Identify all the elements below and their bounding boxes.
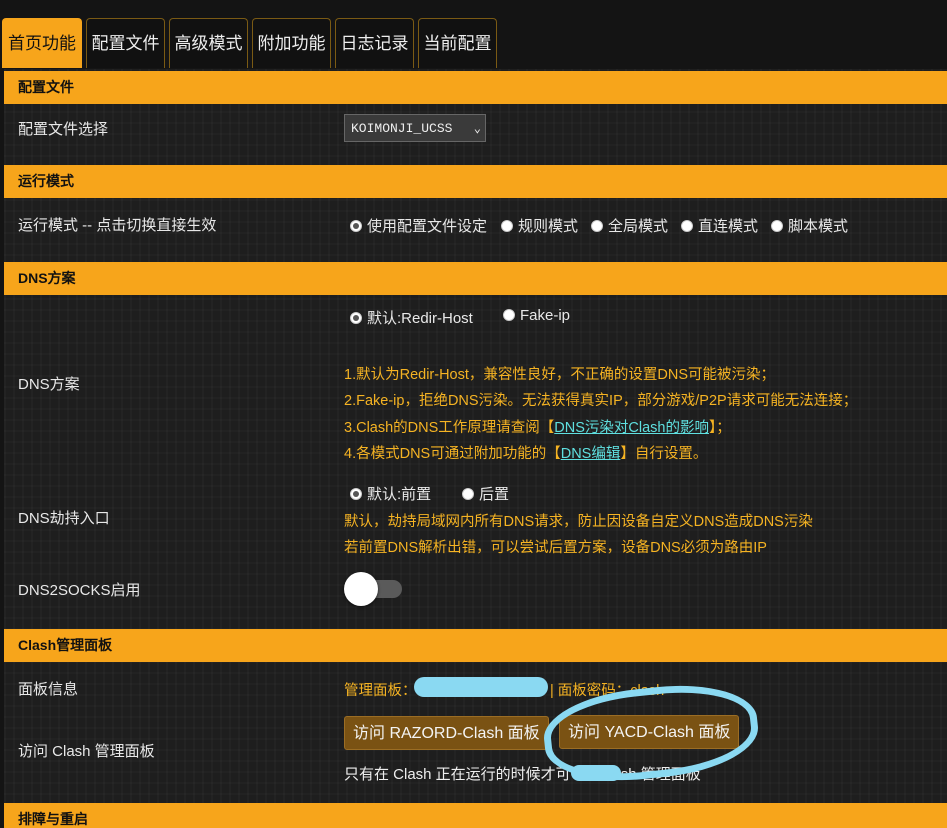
panel-info-prefix: 管理面板：	[344, 683, 417, 699]
radio-checked-icon	[350, 220, 362, 232]
panel-info-row: 面板信息 管理面板： | 面板密码：clash	[4, 662, 947, 708]
radio-label: 使用配置文件设定	[367, 218, 488, 235]
dns-note-1: 1.默认为Redir-Host，兼容性良好，不正确的设置DNS可能被污染；	[344, 367, 775, 383]
radio-label: 规则模式	[518, 218, 579, 235]
run-mode-row: 运行模式 -- 点击切换直接生效 使用配置文件设定 规则模式 全局模式 直连模式…	[4, 198, 947, 262]
dns-note-3-prefix: 3.Clash的DNS工作原理请查阅【	[344, 420, 555, 436]
radio-unchecked-icon	[681, 220, 693, 232]
tab-logs[interactable]: 日志记录	[335, 18, 414, 68]
section-header-clash: Clash管理面板	[4, 629, 947, 662]
run-mode-label: 运行模式 -- 点击切换直接生效	[18, 217, 217, 234]
radio-label: 默认:Redir-Host	[367, 310, 473, 327]
tab-advanced-mode[interactable]: 高级模式	[169, 18, 248, 68]
section-header-run-mode: 运行模式	[4, 165, 947, 198]
radio-dns-redir-host[interactable]: 默认:Redir-Host	[350, 307, 473, 328]
radio-label: Fake-ip	[520, 307, 571, 324]
radio-run-mode-script[interactable]: 脚本模式	[771, 215, 848, 236]
dns2socks-row: DNS2SOCKS启用	[4, 563, 947, 625]
radio-run-mode-direct[interactable]: 直连模式	[681, 215, 758, 236]
dns-note-2: 2.Fake-ip，拒绝DNS污染。无法获得真实IP，部分游戏/P2P请求可能无…	[344, 393, 858, 409]
tab-addons[interactable]: 附加功能	[252, 18, 331, 68]
radio-label: 脚本模式	[788, 218, 849, 235]
dns2socks-label: DNS2SOCKS启用	[18, 582, 141, 599]
toggle-knob	[344, 572, 378, 606]
radio-run-mode-rule[interactable]: 规则模式	[501, 215, 578, 236]
tab-home[interactable]: 首页功能	[2, 18, 82, 68]
radio-dns-fake-ip[interactable]: Fake-ip	[503, 307, 570, 324]
dns-edit-link[interactable]: DNS编辑	[561, 446, 621, 462]
redaction-mark	[414, 677, 548, 697]
dns2socks-toggle[interactable]	[344, 572, 404, 606]
dns-hijack-row: DNS劫持入口 默认:前置 后置 默认，劫持局域网内所有DNS请求，防止因设备自…	[4, 473, 947, 563]
dns-note-3: 3.Clash的DNS工作原理请查阅【DNS污染对Clash的影响】；	[344, 416, 731, 437]
section-header-dns: DNS方案	[4, 262, 947, 295]
dns-note-4-suffix: 】自行设置。	[620, 446, 708, 462]
dns-hijack-label: DNS劫持入口	[18, 510, 110, 527]
section-header-config: 配置文件	[4, 71, 947, 104]
dns-note-4: 4.各模式DNS可通过附加功能的【DNS编辑】自行设置。	[344, 442, 707, 463]
radio-label: 默认:前置	[367, 486, 432, 503]
dns-hijack-note-2: 若前置DNS解析出错，可以尝试后置方案，设备DNS必须为路由IP	[344, 540, 767, 556]
radio-unchecked-icon	[462, 488, 474, 500]
radio-unchecked-icon	[591, 220, 603, 232]
config-file-select-value: KOIMONJI_UCSS	[351, 121, 453, 136]
dns-note-3-suffix: 】；	[708, 420, 731, 436]
dns-scheme-label: DNS方案	[18, 376, 80, 393]
section-header-troubleshoot: 排障与重启	[4, 803, 947, 828]
radio-unchecked-icon	[503, 309, 515, 321]
main-panel: 配置文件 配置文件选择 KOIMONJI_UCSS ⌄ 运行模式 运行模式 --…	[4, 69, 947, 828]
radio-label: 后置	[479, 486, 510, 503]
dns-note-4-prefix: 4.各模式DNS可通过附加功能的【	[344, 446, 561, 462]
radio-hijack-front[interactable]: 默认:前置	[350, 483, 431, 504]
tab-current-config[interactable]: 当前配置	[418, 18, 497, 68]
panel-info-label: 面板信息	[18, 681, 79, 698]
config-select-row: 配置文件选择 KOIMONJI_UCSS ⌄	[4, 104, 947, 164]
radio-label: 直连模式	[698, 218, 759, 235]
config-file-select[interactable]: KOIMONJI_UCSS ⌄	[344, 114, 486, 142]
config-select-label: 配置文件选择	[18, 121, 109, 138]
radio-unchecked-icon	[501, 220, 513, 232]
radio-run-mode-global[interactable]: 全局模式	[591, 215, 668, 236]
radio-checked-icon	[350, 488, 362, 500]
tab-bar: 首页功能 配置文件 高级模式 附加功能 日志记录 当前配置	[0, 0, 947, 70]
tab-config-file[interactable]: 配置文件	[86, 18, 165, 68]
chevron-down-icon: ⌄	[473, 122, 481, 136]
access-note-prefix: 只有在 Clash 正在运行的时候才可	[344, 766, 571, 783]
dns-scheme-row: DNS方案 默认:Redir-Host Fake-ip 1.默认为Redir-H…	[4, 295, 947, 473]
radio-hijack-rear[interactable]: 后置	[462, 483, 509, 504]
radio-label: 全局模式	[608, 218, 669, 235]
dns-hijack-note-1: 默认，劫持局域网内所有DNS请求，防止因设备自定义DNS造成DNS污染	[344, 514, 813, 530]
razord-clash-button[interactable]: 访问 RAZORD-Clash 面板	[344, 716, 549, 750]
radio-checked-icon	[350, 312, 362, 324]
radio-run-mode-config[interactable]: 使用配置文件设定	[350, 215, 487, 236]
dns-pollution-link[interactable]: DNS污染对Clash的影响	[554, 420, 709, 436]
radio-unchecked-icon	[771, 220, 783, 232]
access-panel-label: 访问 Clash 管理面板	[18, 743, 155, 760]
